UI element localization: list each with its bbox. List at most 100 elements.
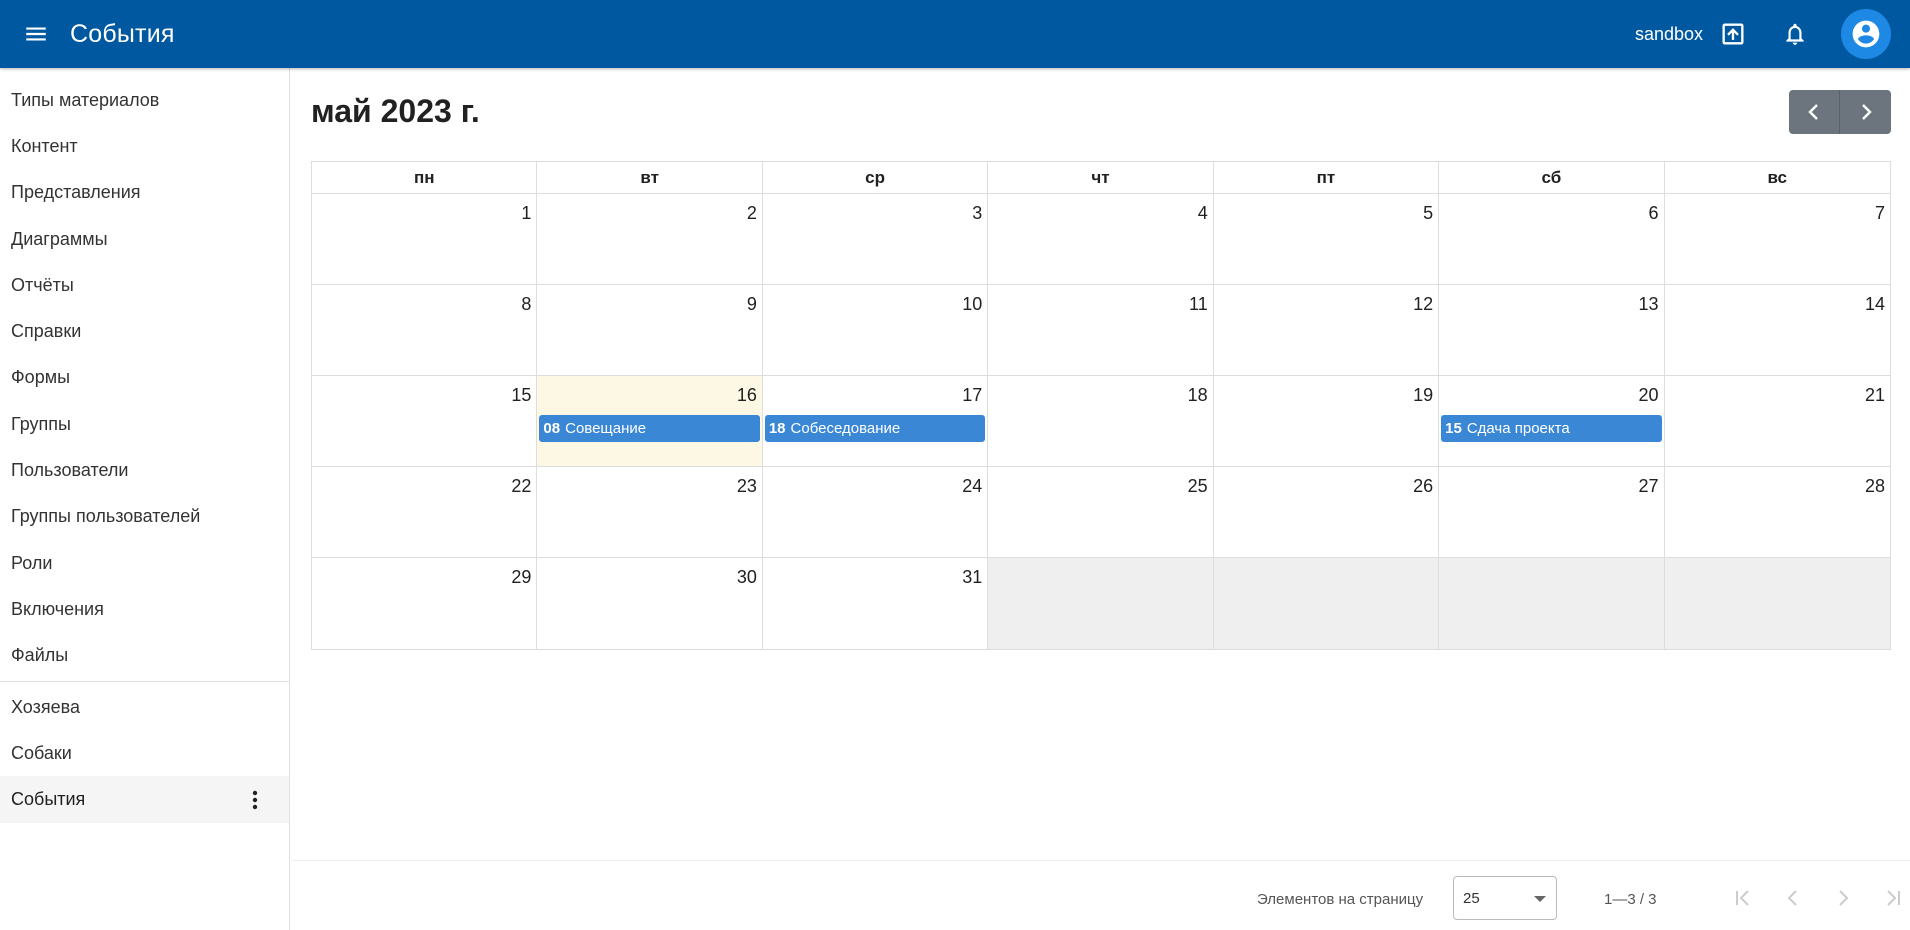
sidebar-item-charts[interactable]: Диаграммы	[0, 216, 289, 262]
calendar-day[interactable]: 25	[988, 467, 1214, 557]
chevron-right-icon	[1861, 104, 1872, 120]
calendar-day[interactable]: 22	[312, 467, 538, 557]
sidebar-item-forms[interactable]: Формы	[0, 355, 289, 401]
calendar-day[interactable]: 8	[312, 285, 538, 375]
switch-environment-button[interactable]	[1711, 12, 1755, 56]
page-size-select[interactable]: 25	[1453, 876, 1557, 920]
calendar-day[interactable]: 20 15 Сдача проекта	[1439, 376, 1665, 466]
day-number: 20	[1638, 385, 1659, 405]
calendar-event[interactable]: 08 Совещание	[539, 415, 760, 442]
last-page-icon	[1887, 890, 1900, 906]
calendar-day-today[interactable]: 16 08 Совещание	[537, 376, 763, 466]
dropdown-arrow-icon	[1534, 896, 1546, 902]
day-number: 22	[511, 476, 532, 496]
calendar-day[interactable]: 12	[1214, 285, 1440, 375]
previous-page-button[interactable]	[1776, 881, 1810, 915]
weekday-label: ср	[762, 162, 989, 194]
day-number: 13	[1638, 294, 1659, 314]
calendar-day[interactable]: 15	[312, 376, 538, 466]
day-number: 17	[962, 385, 983, 405]
calendar-day[interactable]: 3	[763, 194, 989, 284]
calendar-day[interactable]: 14	[1665, 285, 1890, 375]
calendar-day[interactable]: 28	[1665, 467, 1890, 557]
weekday-header: пн вт ср чт пт сб вс	[312, 162, 1890, 194]
sidebar-item-files[interactable]: Файлы	[0, 633, 289, 679]
sidebar-item-events[interactable]: События	[0, 776, 289, 823]
day-number: 24	[962, 476, 983, 496]
calendar-event[interactable]: 15 Сдача проекта	[1441, 415, 1662, 442]
sidebar-item-groups[interactable]: Группы	[0, 401, 289, 447]
calendar-day[interactable]: 1	[312, 194, 538, 284]
previous-month-button[interactable]	[1789, 90, 1840, 134]
more-options-button[interactable]	[247, 788, 263, 812]
sidebar-item-reports[interactable]: Отчёты	[0, 262, 289, 308]
calendar-navigation	[1789, 90, 1891, 134]
weekday-label: пт	[1213, 162, 1440, 194]
day-number: 23	[736, 476, 757, 496]
event-time: 18	[768, 420, 786, 437]
weekday-label: вс	[1664, 162, 1890, 194]
calendar-day[interactable]: 24	[763, 467, 989, 557]
weekday-label: сб	[1439, 162, 1665, 194]
first-page-button[interactable]	[1726, 881, 1760, 915]
calendar-day[interactable]: 29	[312, 558, 538, 649]
sidebar-item-content[interactable]: Контент	[0, 123, 289, 169]
sidebar-item-references[interactable]: Справки	[0, 308, 289, 354]
weekday-label: вт	[537, 162, 763, 194]
calendar-day[interactable]: 6	[1439, 194, 1665, 284]
menu-icon	[26, 27, 46, 41]
next-month-button[interactable]	[1840, 90, 1891, 134]
sidebar-item-user-groups[interactable]: Группы пользователей	[0, 494, 289, 540]
sidebar-item-inclusions[interactable]: Включения	[0, 586, 289, 632]
event-time: 08	[543, 420, 561, 437]
sidebar-item-dogs[interactable]: Собаки	[0, 730, 289, 776]
calendar-day[interactable]: 26	[1214, 467, 1440, 557]
calendar-day[interactable]: 27	[1439, 467, 1665, 557]
calendar-day[interactable]: 7	[1665, 194, 1890, 284]
calendar-day[interactable]: 21	[1665, 376, 1890, 466]
calendar-day[interactable]: 2	[537, 194, 763, 284]
page-range-label: 1—3 / 3	[1604, 891, 1657, 908]
calendar-event[interactable]: 18 Собеседование	[764, 415, 986, 442]
last-page-button[interactable]	[1876, 881, 1910, 915]
first-page-icon	[1736, 890, 1749, 906]
calendar-day[interactable]: 9	[537, 285, 763, 375]
weekday-label: чт	[988, 162, 1214, 194]
sidebar-item-roles[interactable]: Роли	[0, 540, 289, 586]
day-number: 29	[511, 567, 532, 587]
day-number: 15	[511, 385, 532, 405]
sidebar-item-views[interactable]: Представления	[0, 170, 289, 216]
day-number: 30	[736, 567, 757, 587]
day-number: 8	[521, 294, 532, 314]
calendar-day[interactable]: 4	[988, 194, 1214, 284]
sidebar: Типы материалов Контент Представления Ди…	[0, 68, 290, 930]
sidebar-item-users[interactable]: Пользователи	[0, 447, 289, 493]
calendar-week: 15 16 08 Совещание 17 18 Собеседование 18 19 20 15…	[312, 376, 1890, 467]
main-content: май 2023 г. пн вт ср чт пт сб вс 1 2 3 4 5 6 7 8 9 10 11…	[291, 68, 1910, 930]
account-button[interactable]	[1841, 9, 1891, 59]
calendar-day[interactable]: 31	[763, 558, 989, 649]
sidebar-item-material-types[interactable]: Типы материалов	[0, 77, 289, 123]
menu-button[interactable]	[18, 16, 54, 52]
next-page-button[interactable]	[1826, 881, 1860, 915]
calendar-day[interactable]: 18	[988, 376, 1214, 466]
calendar-week: 1 2 3 4 5 6 7	[312, 194, 1890, 285]
calendar-day[interactable]: 13	[1439, 285, 1665, 375]
calendar-day[interactable]: 19	[1214, 376, 1440, 466]
day-number: 31	[962, 567, 983, 587]
chevron-left-icon	[1787, 890, 1797, 906]
calendar-day[interactable]: 23	[537, 467, 763, 557]
day-number: 11	[1189, 294, 1208, 314]
calendar-day[interactable]: 30	[537, 558, 763, 649]
event-title: Собеседование	[790, 420, 901, 437]
calendar-day[interactable]: 17 18 Собеседование	[763, 376, 989, 466]
calendar-day[interactable]: 10	[763, 285, 989, 375]
day-number: 19	[1413, 385, 1434, 405]
weekday-label: пн	[312, 162, 538, 194]
notifications-button[interactable]	[1773, 12, 1817, 56]
day-number: 3	[972, 203, 983, 223]
sidebar-item-owners[interactable]: Хозяева	[0, 684, 289, 730]
calendar-week: 29 30 31	[312, 558, 1890, 649]
calendar-day[interactable]: 5	[1214, 194, 1440, 284]
calendar-day[interactable]: 11	[988, 285, 1214, 375]
